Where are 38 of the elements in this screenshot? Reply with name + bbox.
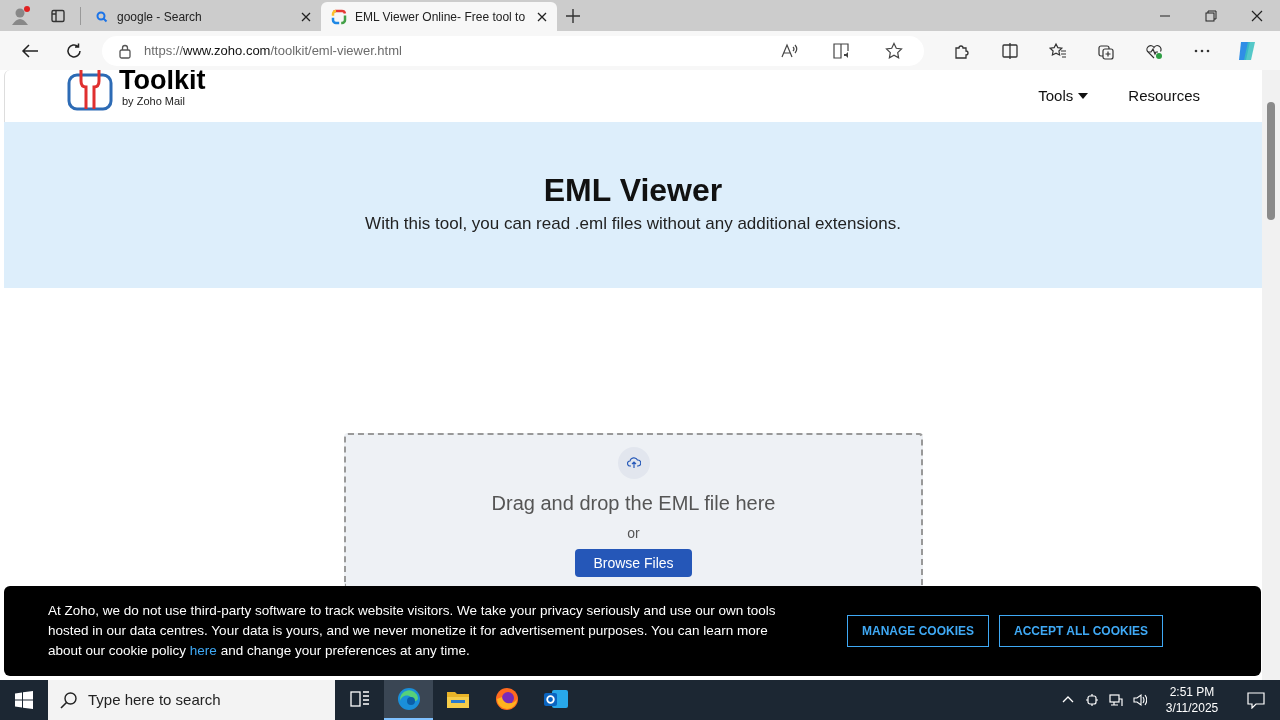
- clock-time[interactable]: 2:51 PM: [1169, 684, 1215, 700]
- close-icon[interactable]: [537, 11, 547, 22]
- page-subtitle: With this tool, you can read .eml files without any additional extensions.: [365, 213, 901, 235]
- upload-cloud-icon: [617, 447, 650, 479]
- clock-date[interactable]: 3/11/2025: [1165, 700, 1219, 716]
- lock-icon[interactable]: [118, 42, 132, 59]
- tab-actions-icon[interactable]: [50, 7, 66, 24]
- browser-tab[interactable]: google - Search: [85, 2, 321, 31]
- drop-prompt: Drag and drop the EML file here: [491, 491, 776, 516]
- caret-icon: [1078, 93, 1089, 99]
- profile-icon[interactable]: [10, 4, 32, 27]
- address-bar[interactable]: https://www.zoho.com/toolkit/eml-viewer.html: [102, 35, 924, 66]
- browser-tab[interactable]: EML Viewer Online- Free tool to: [321, 2, 557, 31]
- edge-browser-icon[interactable]: [384, 680, 433, 720]
- scrollbar[interactable]: [1262, 70, 1280, 680]
- cookie-policy-link[interactable]: here: [189, 643, 217, 658]
- tab-title: EML Viewer Online- Free tool to: [355, 8, 527, 26]
- tab-title: google - Search: [117, 8, 203, 26]
- logo-title: Toolkit: [119, 70, 206, 95]
- cookie-notice-text: At Zoho, we do not use third-party software to track website visitors. We take your privacy seriously and use our own tools hosted in our data centres. Your data is yours, and we never monetize it for advertisement purposes. You can learn more about our cookie policy here and change your preferences at any time.: [48, 602, 777, 660]
- nav-link[interactable]: Tools: [1038, 84, 1089, 108]
- search-icon: [95, 9, 109, 24]
- url-text: https://www.zoho.com/toolkit/eml-viewer.html: [144, 41, 402, 60]
- browse-files-button[interactable]: Browse Files: [575, 549, 692, 577]
- logo-subtitle: by Zoho Mail: [122, 95, 186, 107]
- close-icon[interactable]: [301, 11, 311, 22]
- cookie-button[interactable]: ACCEPT ALL COOKIES: [999, 615, 1163, 647]
- nav-link[interactable]: Resources: [1128, 84, 1200, 108]
- search-input[interactable]: Type here to search: [88, 688, 308, 712]
- toolkit-logo-icon: [67, 70, 113, 111]
- new-tab-icon[interactable]: [565, 7, 581, 24]
- favicon-icon: [331, 8, 347, 25]
- cookie-button[interactable]: MANAGE COOKIES: [846, 615, 989, 647]
- file-drop-zone[interactable]: Drag and drop the EML file here or Browse Files: [344, 433, 923, 586]
- search-icon: [60, 691, 78, 709]
- page-title: EML Viewer: [543, 171, 723, 210]
- or-separator: or: [627, 524, 640, 543]
- taskbar-search-box[interactable]: Type here to search: [48, 680, 335, 720]
